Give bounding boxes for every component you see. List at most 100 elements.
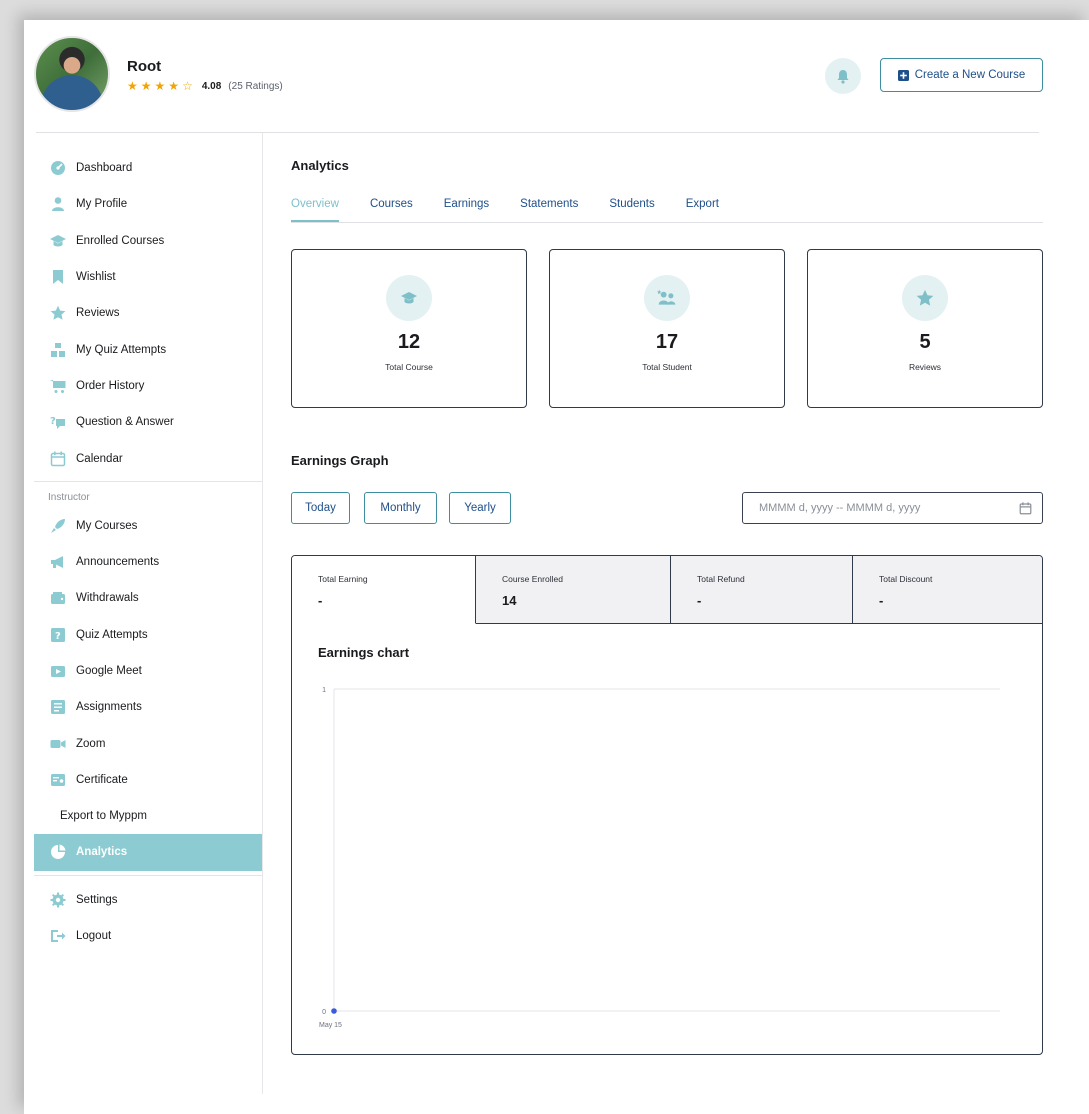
sidebar-item-label: Settings <box>76 893 118 906</box>
sidebar-item-my-quiz-attempts[interactable]: My Quiz Attempts <box>34 331 262 367</box>
sidebar-item-announcements[interactable]: Announcements <box>34 544 262 580</box>
monthly-button[interactable]: Monthly <box>364 492 437 524</box>
user-icon <box>50 196 66 212</box>
sidebar-item-label: My Courses <box>76 519 138 532</box>
rating-count: (25 Ratings) <box>228 80 283 92</box>
sidebar-item-export-to-myppm[interactable]: Export to Myppm <box>34 798 262 834</box>
sidebar-item-reviews[interactable]: Reviews <box>34 295 262 331</box>
stat-label: Total Student <box>642 362 692 372</box>
svg-text:?: ? <box>50 416 56 427</box>
chart-x-tick-label: May 15 <box>319 1022 342 1029</box>
students-icon <box>644 275 690 321</box>
sidebar-item-label: Announcements <box>76 556 160 569</box>
sidebar-item-google-meet[interactable]: Google Meet <box>34 653 262 689</box>
sidebar-divider <box>262 133 263 1094</box>
stat-card-total-course: 12 Total Course <box>291 249 527 408</box>
question-answer-icon: ? <box>50 414 66 430</box>
sidebar-item-question-answer[interactable]: ? Question & Answer <box>34 404 262 440</box>
sidebar-item-logout[interactable]: Logout <box>34 918 262 954</box>
sidebar-item-my-courses[interactable]: My Courses <box>34 508 262 544</box>
certificate-icon <box>50 772 66 788</box>
date-range-input[interactable]: MMMM d, yyyy -- MMMM d, yyyy <box>742 492 1043 524</box>
bookmark-icon <box>50 269 66 285</box>
sidebar-item-quiz-attempts[interactable]: ? Quiz Attempts <box>34 617 262 653</box>
sidebar-item-zoom[interactable]: Zoom <box>34 725 262 761</box>
sidebar-item-label: Wishlist <box>76 271 116 284</box>
graduation-cap-icon <box>50 233 66 249</box>
megaphone-icon <box>50 554 66 570</box>
sidebar-item-wishlist[interactable]: Wishlist <box>34 259 262 295</box>
tab-statements[interactable]: Statements <box>520 192 578 222</box>
sidebar-item-label: Zoom <box>76 737 106 750</box>
tab-overview[interactable]: Overview <box>291 192 339 222</box>
stat-value: 5 <box>919 331 931 353</box>
gear-icon <box>50 892 66 908</box>
graduation-cap-icon <box>386 275 432 321</box>
sidebar-item-analytics[interactable]: Analytics <box>34 834 262 871</box>
stat-value: 17 <box>655 331 679 353</box>
sidebar-item-withdrawals[interactable]: Withdrawals <box>34 580 262 616</box>
calendar-icon <box>50 451 66 467</box>
tab-courses[interactable]: Courses <box>370 192 413 222</box>
stat-card-total-student: 17 Total Student <box>549 249 785 408</box>
sidebar-item-my-profile[interactable]: My Profile <box>34 186 262 222</box>
sidebar-item-label: Analytics <box>76 846 128 859</box>
sidebar-item-label: Dashboard <box>76 162 133 175</box>
sidebar-item-label: Order History <box>76 379 145 392</box>
sidebar: Dashboard My Profile Enrolled Courses Wi… <box>34 150 262 954</box>
logout-icon <box>50 928 66 944</box>
tab-students[interactable]: Students <box>609 192 654 222</box>
sidebar-separator <box>34 874 262 876</box>
chart-y-tick-label: 1 <box>322 687 326 694</box>
date-range-placeholder: MMMM d, yyyy -- MMMM d, yyyy <box>759 502 921 514</box>
wallet-icon <box>50 590 66 606</box>
earnings-graph-title: Earnings Graph <box>291 453 389 468</box>
tabs-divider <box>291 222 1043 223</box>
sidebar-item-label: Logout <box>76 930 112 943</box>
sidebar-separator <box>34 480 262 482</box>
quiz-icon <box>50 342 66 358</box>
sidebar-item-label: Withdrawals <box>76 592 139 605</box>
sidebar-item-label: Assignments <box>76 701 142 714</box>
star-icon <box>50 305 66 321</box>
sidebar-item-label: Enrolled Courses <box>76 234 165 247</box>
rating-value: 4.08 <box>201 80 222 92</box>
sidebar-item-enrolled-courses[interactable]: Enrolled Courses <box>34 223 262 259</box>
bell-icon <box>837 69 849 84</box>
tab-earnings[interactable]: Earnings <box>444 192 489 222</box>
sidebar-item-assignments[interactable]: Assignments <box>34 689 262 725</box>
star-filled-icon: ★ <box>154 79 166 93</box>
calendar-icon <box>1019 502 1032 515</box>
tab-export[interactable]: Export <box>686 192 719 222</box>
yearly-button[interactable]: Yearly <box>449 492 511 524</box>
rating-row: ★ ★ ★ ★ ☆ 4.08 (25 Ratings) <box>127 80 283 92</box>
sidebar-item-dashboard[interactable]: Dashboard <box>34 150 262 186</box>
analytics-tabs: Overview Courses Earnings Statements Stu… <box>291 192 750 222</box>
sidebar-item-label: Quiz Attempts <box>76 628 148 641</box>
sidebar-item-label: Certificate <box>76 773 128 786</box>
sidebar-item-certificate[interactable]: Certificate <box>34 762 262 798</box>
star-filled-icon: ★ <box>168 79 180 93</box>
sidebar-item-order-history[interactable]: Order History <box>34 368 262 404</box>
stat-value: 12 <box>397 331 421 353</box>
today-button[interactable]: Today <box>291 492 350 524</box>
rocket-icon <box>50 518 66 534</box>
earnings-chart: 0 1 May 15 <box>319 687 1000 1029</box>
sidebar-item-calendar[interactable]: Calendar <box>34 440 262 476</box>
stat-label: Reviews <box>908 362 942 372</box>
user-name: Root <box>127 58 162 75</box>
sidebar-section-instructor: Instructor <box>48 492 90 504</box>
sidebar-item-label: My Profile <box>76 198 128 211</box>
sidebar-item-label: Google Meet <box>76 665 142 677</box>
assignment-icon <box>50 699 66 715</box>
chart-y-tick-label: 0 <box>322 1009 326 1016</box>
header-divider <box>36 132 1039 133</box>
quiz-attempt-icon: ? <box>50 627 66 643</box>
sidebar-item-label: Reviews <box>76 307 120 320</box>
avatar[interactable] <box>34 36 110 112</box>
page-title: Analytics <box>291 158 349 173</box>
star-filled-icon: ★ <box>140 79 152 93</box>
notification-button[interactable] <box>825 58 861 94</box>
sidebar-item-settings[interactable]: Settings <box>34 882 262 918</box>
create-course-button[interactable]: Create a New Course <box>880 58 1043 92</box>
